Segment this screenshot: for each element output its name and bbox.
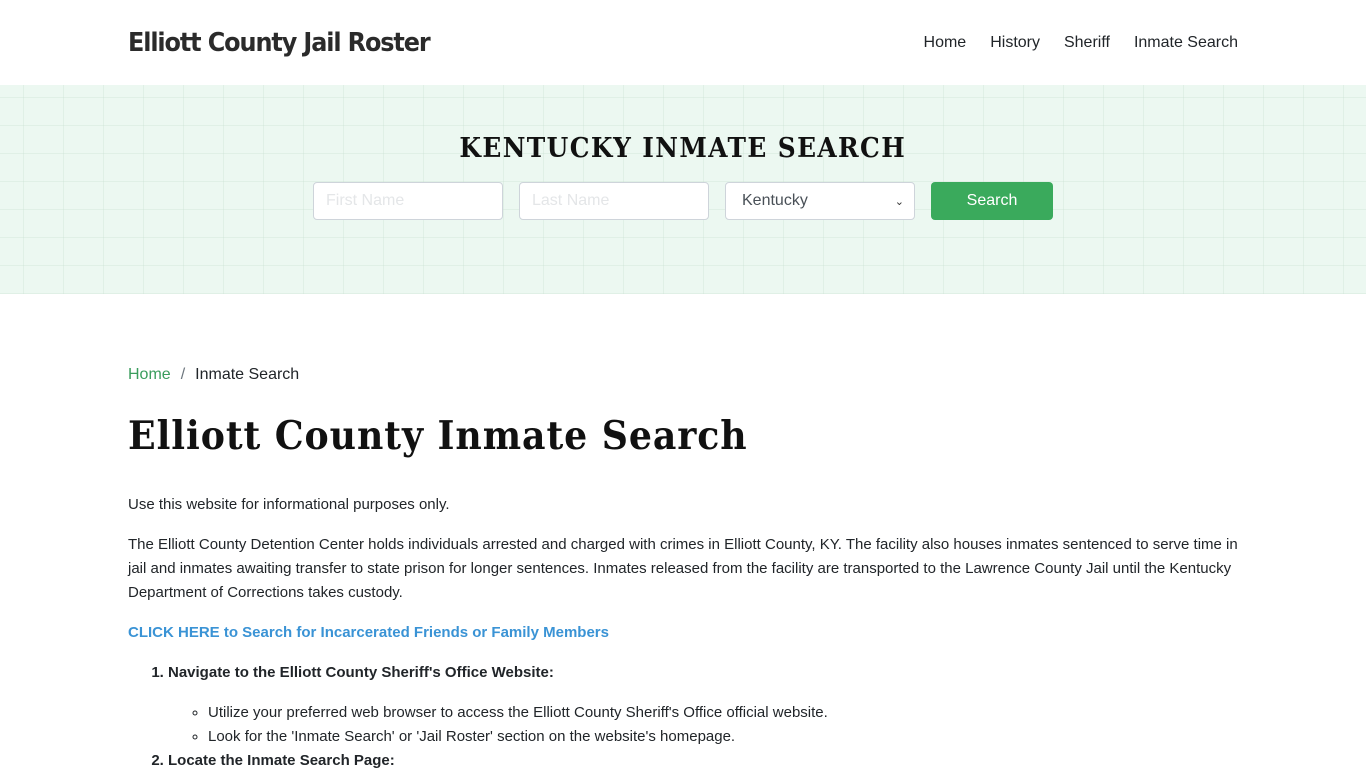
breadcrumb-current: Inmate Search	[195, 366, 300, 383]
step-title: Navigate to the Elliott County Sheriff's…	[168, 664, 554, 681]
nav-home[interactable]: Home	[924, 34, 967, 52]
page-title: Elliott County Inmate Search	[128, 413, 748, 459]
search-hero: KENTUCKY INMATE SEARCH Kentucky ⌄ Search	[0, 85, 1366, 294]
step-item: Locate the Inmate Search Page:	[168, 749, 1238, 768]
chevron-down-icon: ⌄	[894, 195, 904, 208]
breadcrumb: Home / Inmate Search	[128, 366, 1238, 384]
substep-item: Utilize your preferred web browser to ac…	[208, 701, 1238, 725]
state-select-value: Kentucky	[742, 192, 808, 209]
substep-item: Look for the 'Inmate Search' or 'Jail Ro…	[208, 725, 1238, 749]
site-header: Elliott County Jail Roster Home History …	[0, 0, 1366, 85]
breadcrumb-separator: /	[180, 366, 186, 383]
hero-title: KENTUCKY INMATE SEARCH	[459, 133, 907, 164]
last-name-input[interactable]	[519, 182, 709, 220]
facility-description: The Elliott County Detention Center hold…	[128, 536, 1238, 601]
disclaimer-text: Use this website for informational purpo…	[128, 496, 450, 513]
step-title: Locate the Inmate Search Page:	[168, 752, 395, 768]
main-content: Home / Inmate Search Elliott County Inma…	[0, 294, 1366, 768]
state-select[interactable]: Kentucky ⌄	[725, 182, 915, 220]
search-steps-list: Navigate to the Elliott County Sheriff's…	[128, 661, 1238, 768]
inmate-search-form: Kentucky ⌄ Search	[313, 182, 1053, 220]
site-brand-link[interactable]: Elliott County Jail Roster	[128, 28, 431, 58]
nav-inmate-search[interactable]: Inmate Search	[1134, 34, 1238, 52]
nav-sheriff[interactable]: Sheriff	[1064, 34, 1110, 52]
nav-history[interactable]: History	[990, 34, 1040, 52]
main-nav: Home History Sheriff Inmate Search	[900, 34, 1238, 52]
step-item: Navigate to the Elliott County Sheriff's…	[168, 661, 1238, 749]
search-button[interactable]: Search	[931, 182, 1053, 220]
first-name-input[interactable]	[313, 182, 503, 220]
breadcrumb-home-link[interactable]: Home	[128, 366, 171, 384]
step-substeps: Utilize your preferred web browser to ac…	[168, 701, 1238, 749]
search-friends-family-link[interactable]: CLICK HERE to Search for Incarcerated Fr…	[128, 621, 1238, 645]
